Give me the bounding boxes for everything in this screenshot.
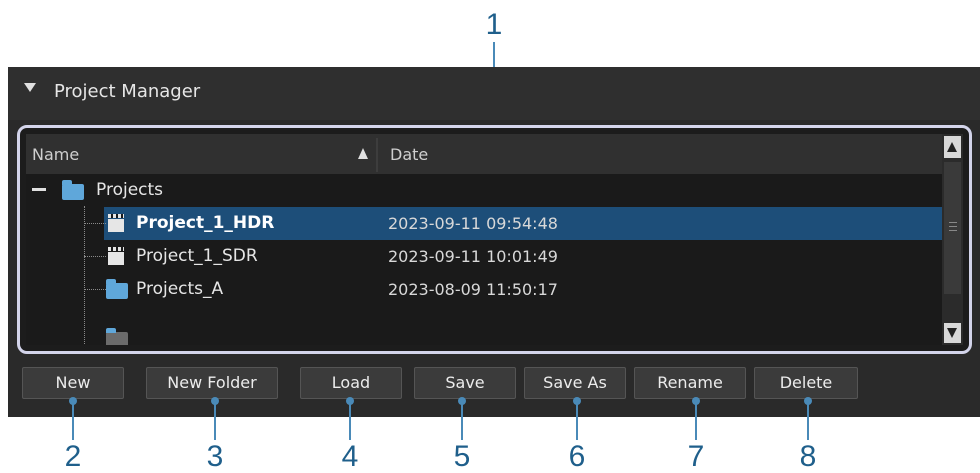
save-button[interactable]: Save — [414, 367, 516, 399]
tree-row-date: 2023-09-11 09:54:48 — [388, 214, 558, 233]
sort-ascending-icon — [358, 148, 368, 159]
scroll-up-button[interactable] — [944, 136, 961, 158]
clapperboard-icon — [108, 247, 124, 265]
grip-line — [949, 222, 957, 223]
project-tree[interactable]: Name Date Projects Project_1_HDR 2023-09… — [26, 134, 942, 345]
callout-4-leader — [349, 404, 351, 440]
callout-6-leader — [576, 404, 578, 440]
collapse-minus-icon[interactable] — [32, 188, 46, 191]
callout-6: 6 — [568, 440, 586, 473]
scroll-down-button[interactable] — [944, 323, 961, 343]
folder-icon — [106, 279, 128, 299]
tree-guide-line — [84, 256, 106, 257]
project-manager-panel: Project Manager Name Date Projects Proje… — [8, 67, 980, 417]
grip-line — [949, 230, 957, 231]
load-button[interactable]: Load — [300, 367, 402, 399]
tree-row-name: Projects — [96, 180, 164, 200]
tree-row[interactable]: Projects_A 2023-08-09 11:50:17 — [26, 273, 942, 306]
panel-title: Project Manager — [54, 81, 201, 102]
panel-header[interactable]: Project Manager — [8, 67, 980, 120]
tree-row-name: Project_1_SDR — [136, 246, 258, 266]
column-header-name[interactable]: Name — [32, 145, 79, 164]
tree-guide-line — [84, 289, 106, 290]
callout-4: 4 — [341, 440, 359, 473]
clapperboard-icon — [108, 214, 124, 232]
tree-row-partial[interactable] — [26, 306, 942, 345]
callout-7-leader — [695, 404, 697, 440]
rename-button[interactable]: Rename — [634, 367, 746, 399]
tree-row-date: 2023-08-09 11:50:17 — [388, 280, 558, 299]
delete-button[interactable]: Delete — [754, 367, 858, 399]
column-separator[interactable] — [376, 138, 378, 172]
tree-row[interactable]: Project_1_HDR 2023-09-11 09:54:48 — [26, 207, 942, 240]
callout-8: 8 — [799, 440, 817, 473]
tree-row-date: 2023-09-11 10:01:49 — [388, 247, 558, 266]
new-folder-button[interactable]: New Folder — [146, 367, 278, 399]
callout-8-leader — [807, 404, 809, 440]
tree-guide-line — [84, 223, 106, 224]
new-button[interactable]: New — [22, 367, 124, 399]
grip-line — [949, 226, 957, 227]
tree-row[interactable]: Project_1_SDR 2023-09-11 10:01:49 — [26, 240, 942, 273]
folder-icon — [62, 180, 84, 200]
save-as-button[interactable]: Save As — [524, 367, 626, 399]
tree-row-name: Projects_A — [136, 279, 224, 299]
vertical-scrollbar[interactable] — [942, 134, 963, 345]
callout-3: 3 — [206, 440, 224, 473]
column-header-date[interactable]: Date — [390, 145, 428, 164]
callout-2-leader — [72, 404, 74, 440]
callout-5: 5 — [453, 440, 471, 473]
callout-1: 1 — [485, 8, 503, 41]
collapse-triangle-icon[interactable] — [24, 83, 36, 92]
tree-row-name: Project_1_HDR — [136, 213, 275, 233]
project-tree-frame: Name Date Projects Project_1_HDR 2023-09… — [17, 125, 972, 354]
callout-3-leader — [214, 404, 216, 440]
callout-2: 2 — [64, 440, 82, 473]
tree-row-root[interactable]: Projects — [26, 174, 942, 207]
scroll-thumb[interactable] — [944, 162, 961, 294]
callout-5-leader — [461, 404, 463, 440]
callout-7: 7 — [687, 440, 705, 473]
folder-icon — [106, 328, 128, 345]
column-header-row: Name Date — [26, 134, 942, 174]
